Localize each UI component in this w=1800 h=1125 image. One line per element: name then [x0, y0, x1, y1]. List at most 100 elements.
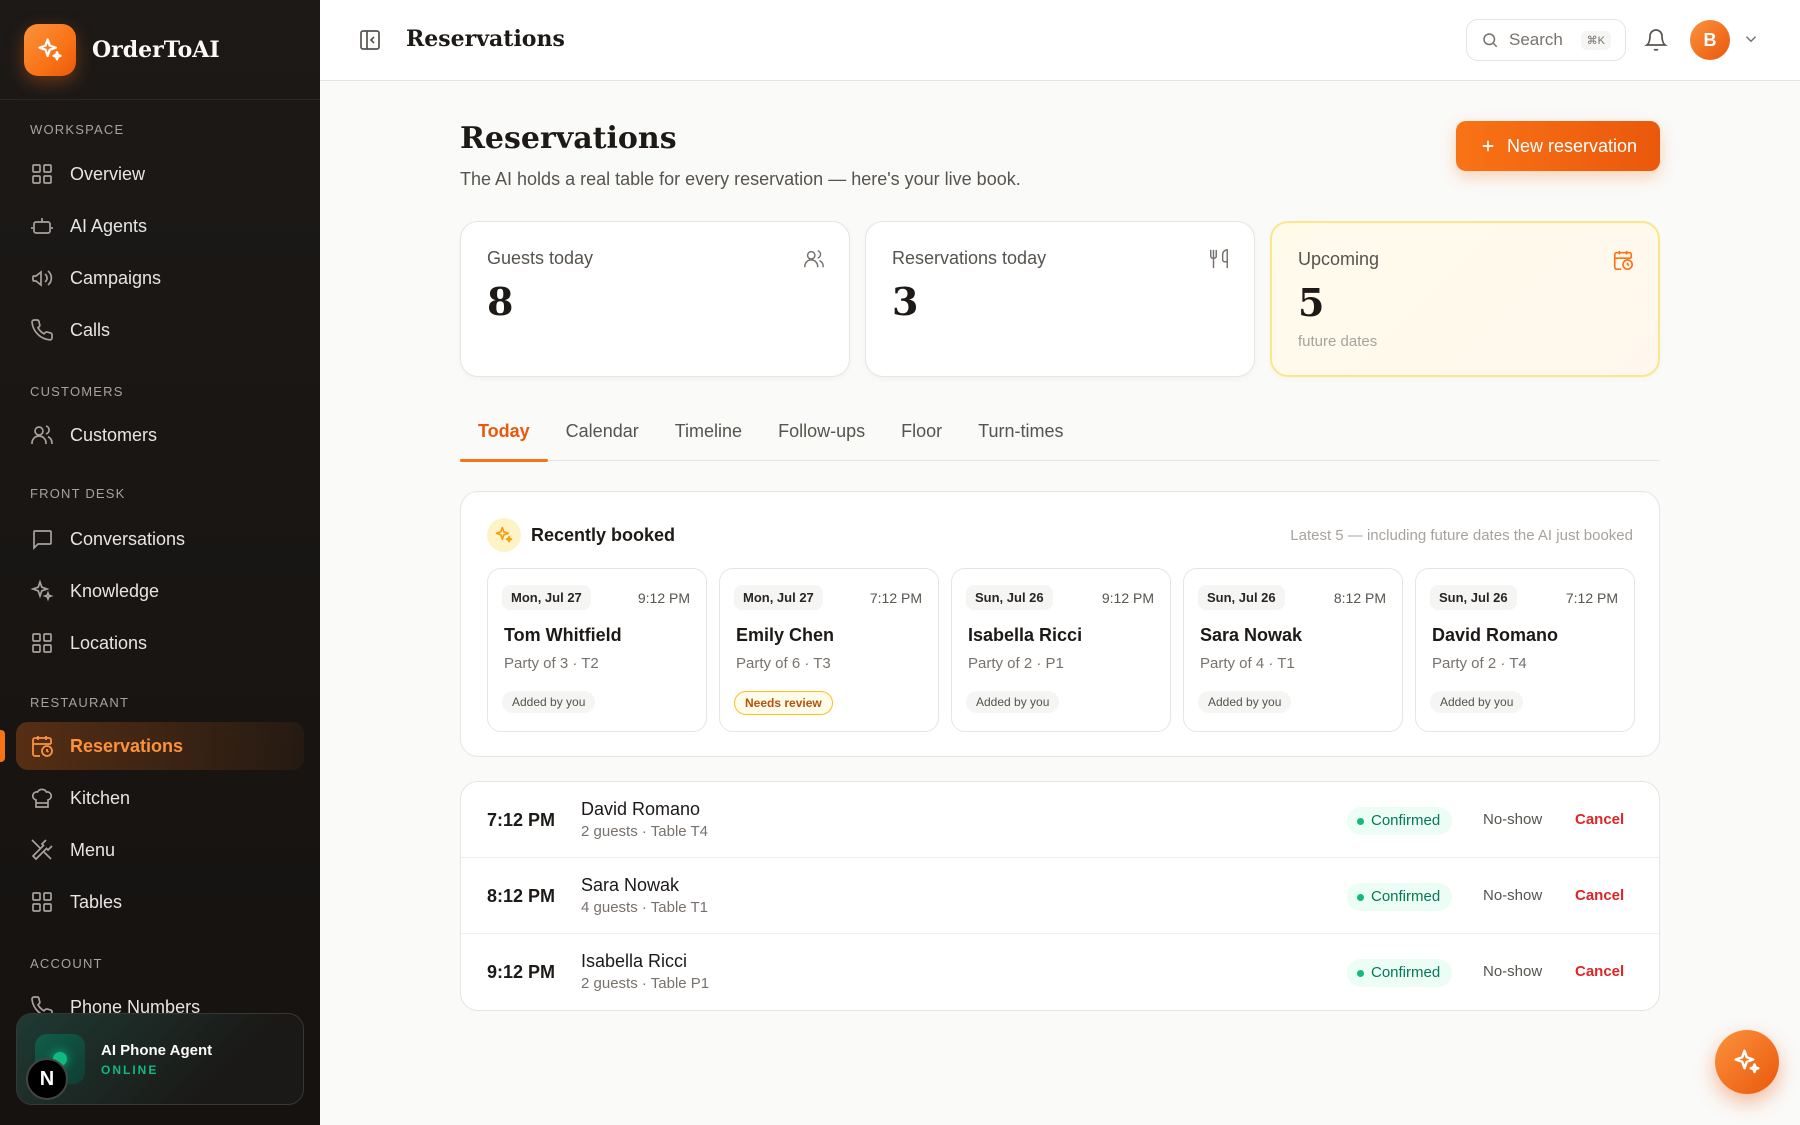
reservation-row[interactable]: 8:12 PM Sara Nowak 4 guests · Table T1 C… — [461, 858, 1659, 934]
grid-icon — [32, 164, 52, 184]
calendar-clock-icon — [32, 736, 53, 757]
reservation-row[interactable]: 7:12 PM David Romano 2 guests · Table T4… — [461, 782, 1659, 858]
search-input[interactable]: Search ⌘K — [1466, 19, 1626, 61]
sidebar: OrderToAI WORKSPACE Overview AI Agents C… — [0, 0, 320, 1125]
chat-icon — [33, 530, 52, 551]
ai-assistant-button[interactable] — [1715, 1030, 1779, 1094]
sidebar-item-conversations[interactable]: Conversations — [16, 515, 304, 563]
sparkle-icon — [1734, 1049, 1760, 1074]
reservation-tabs: Today Calendar Timeline Follow-ups Floor… — [460, 411, 1660, 462]
booking-party: Party of 6 · T3 — [736, 655, 831, 672]
chevron-down-icon[interactable] — [1742, 30, 1760, 48]
booking-party: Party of 3 · T2 — [504, 655, 599, 672]
booking-card[interactable]: Sun, Jul 26 9:12 PM Isabella Ricci Party… — [951, 568, 1171, 732]
sidebar-item-locations[interactable]: Locations — [16, 619, 304, 667]
stat-label: Upcoming — [1298, 249, 1380, 269]
booking-tag: Added by you — [966, 691, 1060, 713]
sidebar-item-campaigns[interactable]: Campaigns — [16, 254, 304, 302]
cancel-button[interactable]: Cancel — [1575, 963, 1624, 980]
booking-date: Mon, Jul 27 — [502, 585, 591, 610]
no-show-button[interactable]: No-show — [1483, 887, 1542, 904]
avatar[interactable]: B — [1690, 20, 1730, 60]
recently-booked-title: Recently booked — [531, 525, 676, 545]
status-badge: Confirmed — [1347, 883, 1453, 911]
booking-date: Mon, Jul 27 — [734, 585, 823, 610]
reservations-list: 7:12 PM David Romano 2 guests · Table T4… — [460, 781, 1660, 1011]
utensils-icon — [1210, 249, 1228, 269]
sidebar-item-label: Reservations — [70, 735, 184, 756]
sidebar-item-kitchen[interactable]: Kitchen — [16, 774, 304, 822]
sidebar-item-knowledge[interactable]: Knowledge — [16, 567, 304, 615]
cancel-button[interactable]: Cancel — [1575, 887, 1624, 904]
agent-title: AI Phone Agent — [101, 1041, 213, 1059]
booking-name: Sara Nowak — [1200, 625, 1303, 645]
cancel-button[interactable]: Cancel — [1575, 811, 1624, 828]
booking-time: 8:12 PM — [1333, 590, 1386, 606]
sidebar-item-menu[interactable]: Menu — [16, 826, 304, 874]
tab-follow-ups[interactable]: Follow-ups — [760, 411, 883, 461]
stat-value: 8 — [487, 279, 514, 324]
booking-party: Party of 2 · P1 — [968, 655, 1064, 672]
tab-turn-times[interactable]: Turn-times — [960, 411, 1081, 461]
booking-party: Party of 4 · T1 — [1200, 655, 1295, 672]
new-reservation-label: New reservation — [1506, 135, 1638, 156]
tab-today[interactable]: Today — [460, 411, 548, 462]
booking-name: Isabella Ricci — [968, 625, 1083, 645]
booking-card[interactable]: Mon, Jul 27 7:12 PM Emily Chen Party of … — [719, 568, 939, 732]
robot-icon — [31, 218, 53, 234]
search-placeholder: Search — [1509, 30, 1563, 49]
plus-icon — [1482, 140, 1494, 152]
sidebar-item-label: Calls — [70, 319, 111, 340]
chef-hat-icon — [31, 788, 53, 808]
search-shortcut: ⌘K — [1580, 30, 1611, 50]
tab-calendar[interactable]: Calendar — [548, 411, 657, 461]
stat-guests-today: Guests today 8 — [460, 221, 850, 377]
status-badge: Confirmed — [1347, 959, 1453, 987]
reservation-time: 9:12 PM — [487, 962, 556, 982]
sidebar-item-overview[interactable]: Overview — [16, 150, 304, 198]
sidebar-item-ai-agents[interactable]: AI Agents — [16, 202, 304, 250]
stat-upcoming: Upcoming 5 future dates — [1270, 221, 1660, 377]
booking-name: David Romano — [1432, 625, 1559, 645]
no-show-button[interactable]: No-show — [1483, 963, 1542, 980]
sidebar-item-tables[interactable]: Tables — [16, 878, 304, 926]
no-show-button[interactable]: No-show — [1483, 811, 1542, 828]
agent-status: ONLINE — [101, 1062, 159, 1077]
megaphone-icon — [32, 270, 53, 287]
sidebar-item-calls[interactable]: Calls — [16, 306, 304, 354]
booking-card[interactable]: Mon, Jul 27 9:12 PM Tom Whitfield Party … — [487, 568, 707, 732]
sidebar-item-label: Locations — [70, 632, 148, 653]
bell-icon[interactable] — [1644, 28, 1668, 52]
stat-value: 5 — [1298, 280, 1325, 325]
section-label-restaurant: RESTAURANT — [30, 695, 130, 710]
brand[interactable]: OrderToAI — [0, 0, 320, 100]
sidebar-item-customers[interactable]: Customers — [16, 411, 304, 459]
booking-date: Sun, Jul 26 — [1430, 585, 1517, 610]
status-badge: Confirmed — [1347, 807, 1453, 835]
sidebar-item-reservations[interactable]: Reservations — [0, 722, 304, 770]
reservation-time: 7:12 PM — [487, 810, 556, 830]
booking-time: 9:12 PM — [1101, 590, 1154, 606]
stat-label: Guests today — [487, 248, 594, 268]
reservation-meta: 2 guests · Table P1 — [581, 975, 710, 992]
n-badge[interactable]: N — [26, 1058, 68, 1100]
topbar-title: Reservations — [406, 26, 565, 52]
section-label-customers: CUSTOMERS — [30, 384, 124, 399]
tab-timeline[interactable]: Timeline — [657, 411, 760, 461]
search-icon — [1483, 33, 1498, 48]
reservation-time: 8:12 PM — [487, 886, 556, 906]
sidebar-item-label: Kitchen — [70, 787, 131, 808]
sidebar-toggle-icon[interactable] — [358, 28, 382, 52]
reservation-name: Isabella Ricci — [581, 951, 688, 971]
reservation-meta: 2 guests · Table T4 — [581, 823, 709, 840]
booking-time: 7:12 PM — [869, 590, 922, 606]
reservation-row[interactable]: 9:12 PM Isabella Ricci 2 guests · Table … — [461, 934, 1659, 1010]
booking-card[interactable]: Sun, Jul 26 7:12 PM David Romano Party o… — [1415, 568, 1635, 732]
page-subtitle: The AI holds a real table for every rese… — [460, 169, 1021, 189]
tab-floor[interactable]: Floor — [883, 411, 960, 461]
booking-card[interactable]: Sun, Jul 26 8:12 PM Sara Nowak Party of … — [1183, 568, 1403, 732]
booking-tag: Added by you — [502, 691, 596, 713]
sparkle-icon — [487, 518, 521, 552]
grid-icon — [32, 633, 52, 653]
new-reservation-button[interactable]: New reservation — [1456, 121, 1660, 171]
